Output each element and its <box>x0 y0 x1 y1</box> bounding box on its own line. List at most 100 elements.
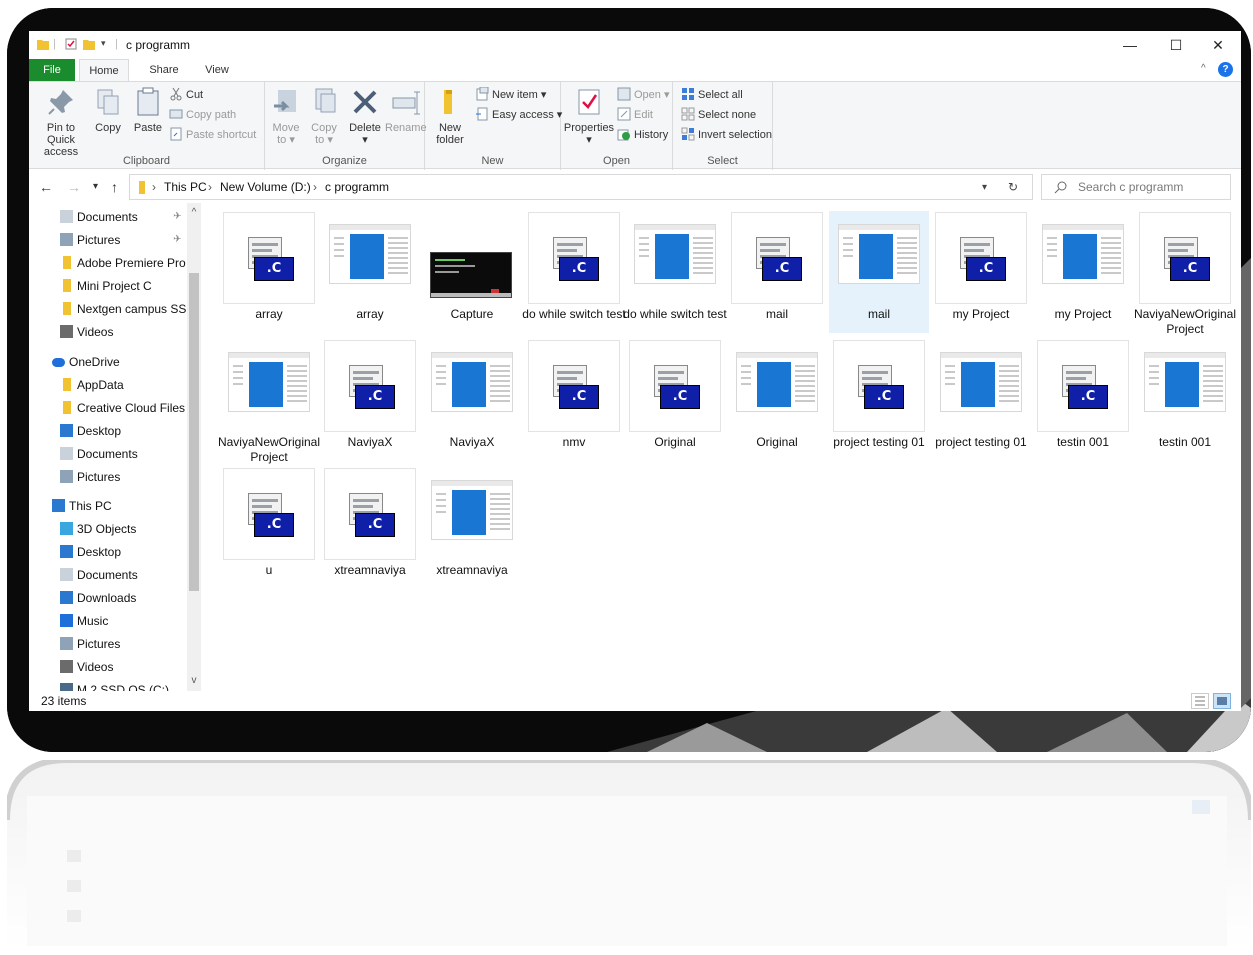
file-item[interactable]: Original <box>727 339 827 461</box>
sidebar-item[interactable]: Nextgen campus SS <box>29 298 187 320</box>
file-item[interactable]: .C u <box>219 467 319 589</box>
copy-button[interactable]: Copy <box>89 86 127 134</box>
sidebar-item[interactable]: Videos <box>29 656 187 678</box>
move-to-button[interactable]: Move to ▾ <box>267 86 305 146</box>
file-item[interactable]: xtreamnaviya <box>422 467 522 589</box>
new-folder-button[interactable]: New folder <box>429 86 471 146</box>
invert-selection-button[interactable]: Invert selection <box>681 126 772 144</box>
new-group: New folder New item ▾ Easy access ▾ New <box>425 82 562 170</box>
paste-shortcut-button[interactable]: Paste shortcut <box>169 126 256 144</box>
file-item[interactable]: NaviyaX <box>422 339 522 461</box>
recent-locations-icon[interactable]: ▾ <box>93 181 98 192</box>
sidebar-item[interactable]: Pictures <box>29 633 187 655</box>
properties-button[interactable]: Properties ▾ <box>563 86 615 146</box>
file-item[interactable]: .C nmv <box>524 339 624 461</box>
sidebar-item[interactable]: Pictures ✈ <box>29 229 187 251</box>
copy-path-button[interactable]: Copy path <box>169 106 236 124</box>
file-item[interactable]: .C NaviyaNewOriginalProject <box>1134 211 1236 336</box>
copy-to-button[interactable]: Copy to ▾ <box>305 86 343 146</box>
refresh-icon[interactable]: ↻ <box>1008 180 1018 194</box>
crumb-current-folder[interactable]: c programm <box>325 180 389 194</box>
details-view-button[interactable] <box>1191 693 1209 709</box>
sidebar-item[interactable]: Creative Cloud Files <box>29 397 187 419</box>
help-icon[interactable]: ? <box>1218 62 1233 77</box>
file-item[interactable]: testin 001 <box>1135 339 1235 461</box>
minimize-button[interactable]: — <box>1107 31 1153 59</box>
scroll-down-icon[interactable]: v <box>187 675 201 686</box>
crumb-this-pc[interactable]: This PC <box>164 180 207 194</box>
file-item[interactable]: project testing 01 <box>931 339 1031 461</box>
file-item[interactable]: my Project <box>1033 211 1133 333</box>
pin-to-quick-access-button[interactable]: Pin to Quick access <box>33 86 89 158</box>
file-item[interactable]: .C Original <box>625 339 725 461</box>
file-item[interactable]: mail <box>829 211 929 333</box>
scroll-up-icon[interactable]: ^ <box>187 207 201 218</box>
maximize-button[interactable]: ☐ <box>1153 31 1199 59</box>
easy-access-button[interactable]: Easy access ▾ <box>475 106 562 124</box>
file-item[interactable]: Capture <box>422 211 522 333</box>
tab-view[interactable]: View <box>192 59 242 81</box>
crumb-new-volume[interactable]: New Volume (D:) <box>220 180 311 194</box>
properties-quick-icon[interactable] <box>65 38 77 50</box>
sidebar-item[interactable]: Documents ✈ <box>29 206 187 228</box>
new-item-button[interactable]: New item ▾ <box>475 86 546 104</box>
sidebar-item[interactable]: OneDrive <box>29 351 187 373</box>
large-icons-view-button[interactable] <box>1213 693 1231 709</box>
tab-home[interactable]: Home <box>79 59 129 81</box>
file-item[interactable]: .C my Project <box>931 211 1031 333</box>
paste-button[interactable]: Paste <box>129 86 167 134</box>
file-item[interactable]: .C testin 001 <box>1033 339 1133 461</box>
back-arrow-icon[interactable]: ← <box>39 179 53 195</box>
sidebar-item[interactable]: 3D Objects <box>29 518 187 540</box>
tab-share[interactable]: Share <box>139 59 189 81</box>
file-item[interactable]: .C mail <box>727 211 827 333</box>
sidebar-item[interactable]: Documents <box>29 564 187 586</box>
open-button[interactable]: Open ▾ <box>617 86 670 104</box>
file-item[interactable]: .C project testing 01 <box>829 339 929 461</box>
search-box[interactable]: Search c programm <box>1041 174 1231 200</box>
paste-shortcut-label: Paste shortcut <box>186 129 257 141</box>
sidebar-item[interactable]: Documents <box>29 443 187 465</box>
edit-button[interactable]: Edit <box>617 106 653 124</box>
sidebar-item[interactable]: Videos <box>29 321 187 343</box>
file-item[interactable]: do while switch test <box>623 211 727 333</box>
history-button[interactable]: History <box>617 126 668 144</box>
rename-button[interactable]: Rename <box>385 86 427 134</box>
file-item[interactable]: .C do while switch test <box>522 211 626 333</box>
scrollbar-thumb[interactable] <box>189 273 199 591</box>
address-bar[interactable]: › This PC › New Volume (D:) › c programm… <box>129 174 1033 200</box>
sidebar-scrollbar[interactable]: ^ v <box>187 203 201 691</box>
file-item[interactable]: .C array <box>219 211 319 333</box>
new-folder-quick-icon[interactable] <box>83 38 95 50</box>
cut-button[interactable]: Cut <box>169 86 203 104</box>
sidebar-item[interactable]: Adobe Premiere Pro <box>29 252 187 274</box>
file-item[interactable]: array <box>320 211 420 333</box>
close-button[interactable]: ✕ <box>1195 31 1241 59</box>
customize-dropdown-icon[interactable]: ▾ <box>101 38 106 49</box>
address-dropdown-icon[interactable]: ▾ <box>982 182 987 193</box>
file-item[interactable]: NaviyaNewOriginalProject <box>218 339 320 464</box>
dev-cpp-file-icon: .C <box>1164 237 1210 283</box>
sidebar-item[interactable]: Downloads <box>29 587 187 609</box>
sidebar-item[interactable]: This PC <box>29 495 187 517</box>
sidebar-item[interactable]: Pictures <box>29 466 187 488</box>
dev-cpp-file-icon: .C <box>858 365 904 411</box>
sidebar-item[interactable]: M.2 SSD OS (C:) <box>29 679 187 691</box>
select-none-button[interactable]: Select none <box>681 106 756 124</box>
file-item[interactable]: .C xtreamnaviya <box>320 467 420 589</box>
paste-label: Paste <box>133 122 163 134</box>
forward-arrow-icon[interactable]: → <box>67 179 81 195</box>
up-arrow-icon[interactable]: ↑ <box>111 179 118 195</box>
file-item[interactable]: .C NaviyaX <box>320 339 420 461</box>
sidebar-item[interactable]: Mini Project C <box>29 275 187 297</box>
sidebar-item[interactable]: Desktop <box>29 420 187 442</box>
sidebar-item[interactable]: AppData <box>29 374 187 396</box>
navigation-bar: ← → ▾ ↑ › This PC › New Volume (D:) › c … <box>29 171 1241 203</box>
select-all-button[interactable]: Select all <box>681 86 743 104</box>
videos-icon <box>60 325 73 338</box>
sidebar-item[interactable]: Desktop <box>29 541 187 563</box>
delete-button[interactable]: Delete ▾ <box>345 86 385 146</box>
sidebar-item[interactable]: Music <box>29 610 187 632</box>
collapse-ribbon-icon[interactable]: ^ <box>1201 63 1206 74</box>
tab-file[interactable]: File <box>29 59 75 81</box>
